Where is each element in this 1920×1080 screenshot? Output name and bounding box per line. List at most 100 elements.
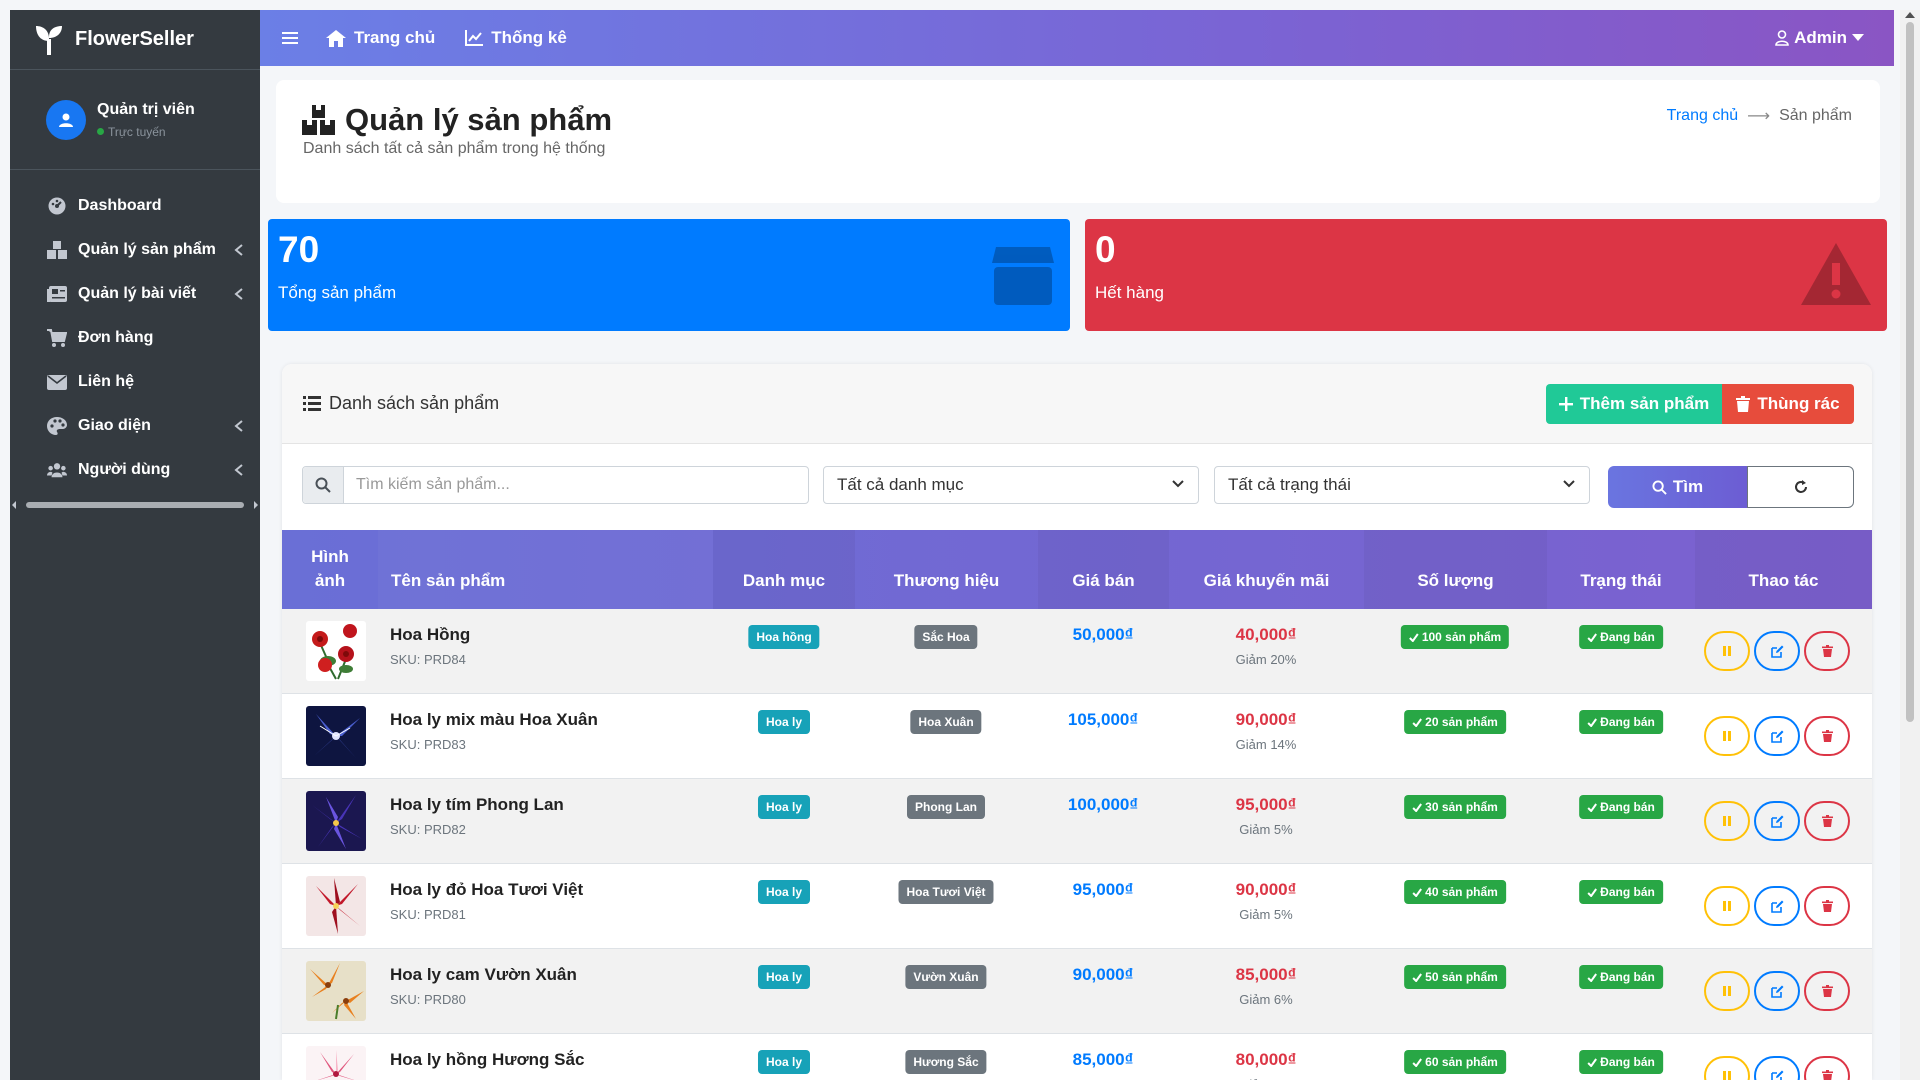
filter-bar: Tất cả danh mục Tất cả trạng thái Tìm: [302, 466, 1854, 508]
search-button[interactable]: Tìm: [1608, 466, 1747, 508]
scroll-up-arrow-icon[interactable]: [1905, 12, 1915, 18]
panel-title-text: Danh sách sản phẩm: [329, 393, 500, 413]
delete-button[interactable]: [1804, 971, 1850, 1011]
col-header-brand[interactable]: Thương hiệu: [855, 530, 1038, 609]
nav-stats-link[interactable]: Thống kê: [465, 28, 567, 48]
page-scrollbar[interactable]: [1900, 10, 1920, 1080]
sidebar-item-users[interactable]: Người dùng: [10, 448, 260, 492]
scrollbar-thumb[interactable]: [26, 502, 244, 508]
product-name[interactable]: Hoa ly mix màu Hoa Xuân: [390, 710, 598, 730]
search-input[interactable]: [344, 467, 808, 503]
pause-button[interactable]: [1704, 971, 1750, 1011]
search-button-label: Tìm: [1672, 477, 1704, 496]
sidebar-item-products[interactable]: Quản lý sản phẩm: [10, 228, 260, 272]
status-badge: Đang bán: [1579, 965, 1663, 989]
page-scrollbar-thumb[interactable]: [1906, 22, 1914, 722]
sidebar-item-appearance[interactable]: Giao diện: [10, 404, 260, 448]
trash-button[interactable]: Thùng rác: [1722, 384, 1854, 424]
delete-button[interactable]: [1804, 716, 1850, 756]
caret-down-icon: [1852, 34, 1864, 41]
col-header-status[interactable]: Trạng thái: [1547, 530, 1695, 609]
add-product-label: Thêm sản phẩm: [1579, 394, 1710, 413]
edit-button[interactable]: [1754, 886, 1800, 926]
delete-button[interactable]: [1804, 631, 1850, 671]
newspaper-icon: [47, 286, 67, 302]
user-status-text: Trực tuyến: [108, 124, 166, 139]
delete-button[interactable]: [1804, 886, 1850, 926]
status-badge: Đang bán: [1579, 1050, 1663, 1074]
brand[interactable]: FlowerSeller: [10, 10, 260, 70]
edit-button[interactable]: [1754, 801, 1800, 841]
category-select[interactable]: Tất cả danh mục: [823, 466, 1199, 504]
sidebar-item-label: Người dùng: [78, 461, 171, 478]
edit-icon: [1770, 985, 1783, 998]
hamburger-menu-icon[interactable]: [282, 31, 298, 45]
product-name[interactable]: Hoa ly hồng Hương Sắc: [390, 1050, 584, 1070]
user-status: Trực tuyến: [97, 125, 195, 139]
product-sku: SKU: PRD80: [390, 992, 466, 1007]
product-name[interactable]: Hoa ly cam Vườn Xuân: [390, 965, 577, 985]
status-select[interactable]: Tất cả trạng thái: [1214, 466, 1590, 504]
product-image[interactable]: [306, 961, 366, 1021]
product-image[interactable]: [306, 876, 366, 936]
pause-button[interactable]: [1704, 631, 1750, 671]
edit-button[interactable]: [1754, 631, 1800, 671]
envelope-icon: [47, 374, 67, 390]
sidebar-scrollbar[interactable]: [12, 500, 258, 510]
quantity-text: 20 sản phẩm: [1425, 715, 1498, 729]
discount-text: Giảm 6%: [1239, 992, 1293, 1007]
pause-icon: [1723, 646, 1731, 656]
product-image[interactable]: [306, 706, 366, 766]
breadcrumb-home-link[interactable]: Trang chủ: [1667, 107, 1738, 125]
product-image[interactable]: [306, 621, 366, 681]
product-image[interactable]: [306, 1046, 366, 1080]
admin-label: Admin: [1794, 28, 1847, 47]
sidebar-item-dashboard[interactable]: Dashboard: [10, 184, 260, 228]
col-header-quantity[interactable]: Số lượng: [1364, 530, 1547, 609]
chevron-left-icon: [234, 464, 243, 476]
pause-button[interactable]: [1704, 801, 1750, 841]
nav-stats-label: Thống kê: [491, 28, 567, 47]
sale-price-value: 90,000₫: [1235, 880, 1297, 899]
edit-button[interactable]: [1754, 1056, 1800, 1080]
scroll-left-arrow-icon[interactable]: [12, 501, 16, 509]
discount-text: Giảm 5%: [1239, 907, 1293, 922]
sidebar-item-contact[interactable]: Liên hệ: [10, 360, 260, 404]
status-text: Đang bán: [1600, 800, 1655, 814]
edit-button[interactable]: [1754, 971, 1800, 1011]
reset-button[interactable]: [1747, 466, 1854, 508]
sidebar-item-label: Quản lý bài viết: [78, 285, 197, 302]
sidebar-item-orders[interactable]: Đơn hàng: [10, 316, 260, 360]
sale-price-value: 90,000₫: [1235, 710, 1297, 729]
product-name[interactable]: Hoa ly tím Phong Lan: [390, 795, 564, 815]
user-name[interactable]: Quản trị viên: [97, 101, 195, 119]
delete-button[interactable]: [1804, 1056, 1850, 1080]
pause-button[interactable]: [1704, 886, 1750, 926]
col-header-sale-price[interactable]: Giá khuyến mãi: [1169, 530, 1364, 609]
brand-badge: Hương Sắc: [905, 1050, 987, 1074]
category-badge: Hoa ly: [757, 1050, 811, 1074]
col-header-category[interactable]: Danh mục: [713, 530, 855, 609]
product-image[interactable]: [306, 791, 366, 851]
status-text: Đang bán: [1600, 885, 1655, 899]
sidebar-item-posts[interactable]: Quản lý bài viết: [10, 272, 260, 316]
pause-button[interactable]: [1704, 716, 1750, 756]
add-product-button[interactable]: Thêm sản phẩm: [1546, 384, 1722, 424]
brand-badge: Sắc Hoa: [914, 625, 978, 649]
admin-dropdown[interactable]: Admin: [1770, 28, 1869, 48]
palette-icon: [47, 417, 67, 435]
quantity-badge: 60 sản phẩm: [1404, 1050, 1506, 1074]
sidebar-item-label: Đơn hàng: [78, 329, 154, 346]
pause-button[interactable]: [1704, 1056, 1750, 1080]
col-header-name[interactable]: Tên sản phẩm: [378, 530, 713, 609]
price-value: 105,000₫: [1067, 710, 1139, 729]
product-name[interactable]: Hoa Hồng: [390, 625, 470, 645]
scroll-right-arrow-icon[interactable]: [254, 501, 258, 509]
nav-home-link[interactable]: Trang chủ: [326, 28, 435, 48]
delete-button[interactable]: [1804, 801, 1850, 841]
avatar[interactable]: [46, 99, 86, 140]
edit-button[interactable]: [1754, 716, 1800, 756]
col-header-price[interactable]: Giá bán: [1038, 530, 1169, 609]
product-name[interactable]: Hoa ly đỏ Hoa Tươi Việt: [390, 880, 583, 900]
quantity-text: 60 sản phẩm: [1425, 1055, 1498, 1069]
